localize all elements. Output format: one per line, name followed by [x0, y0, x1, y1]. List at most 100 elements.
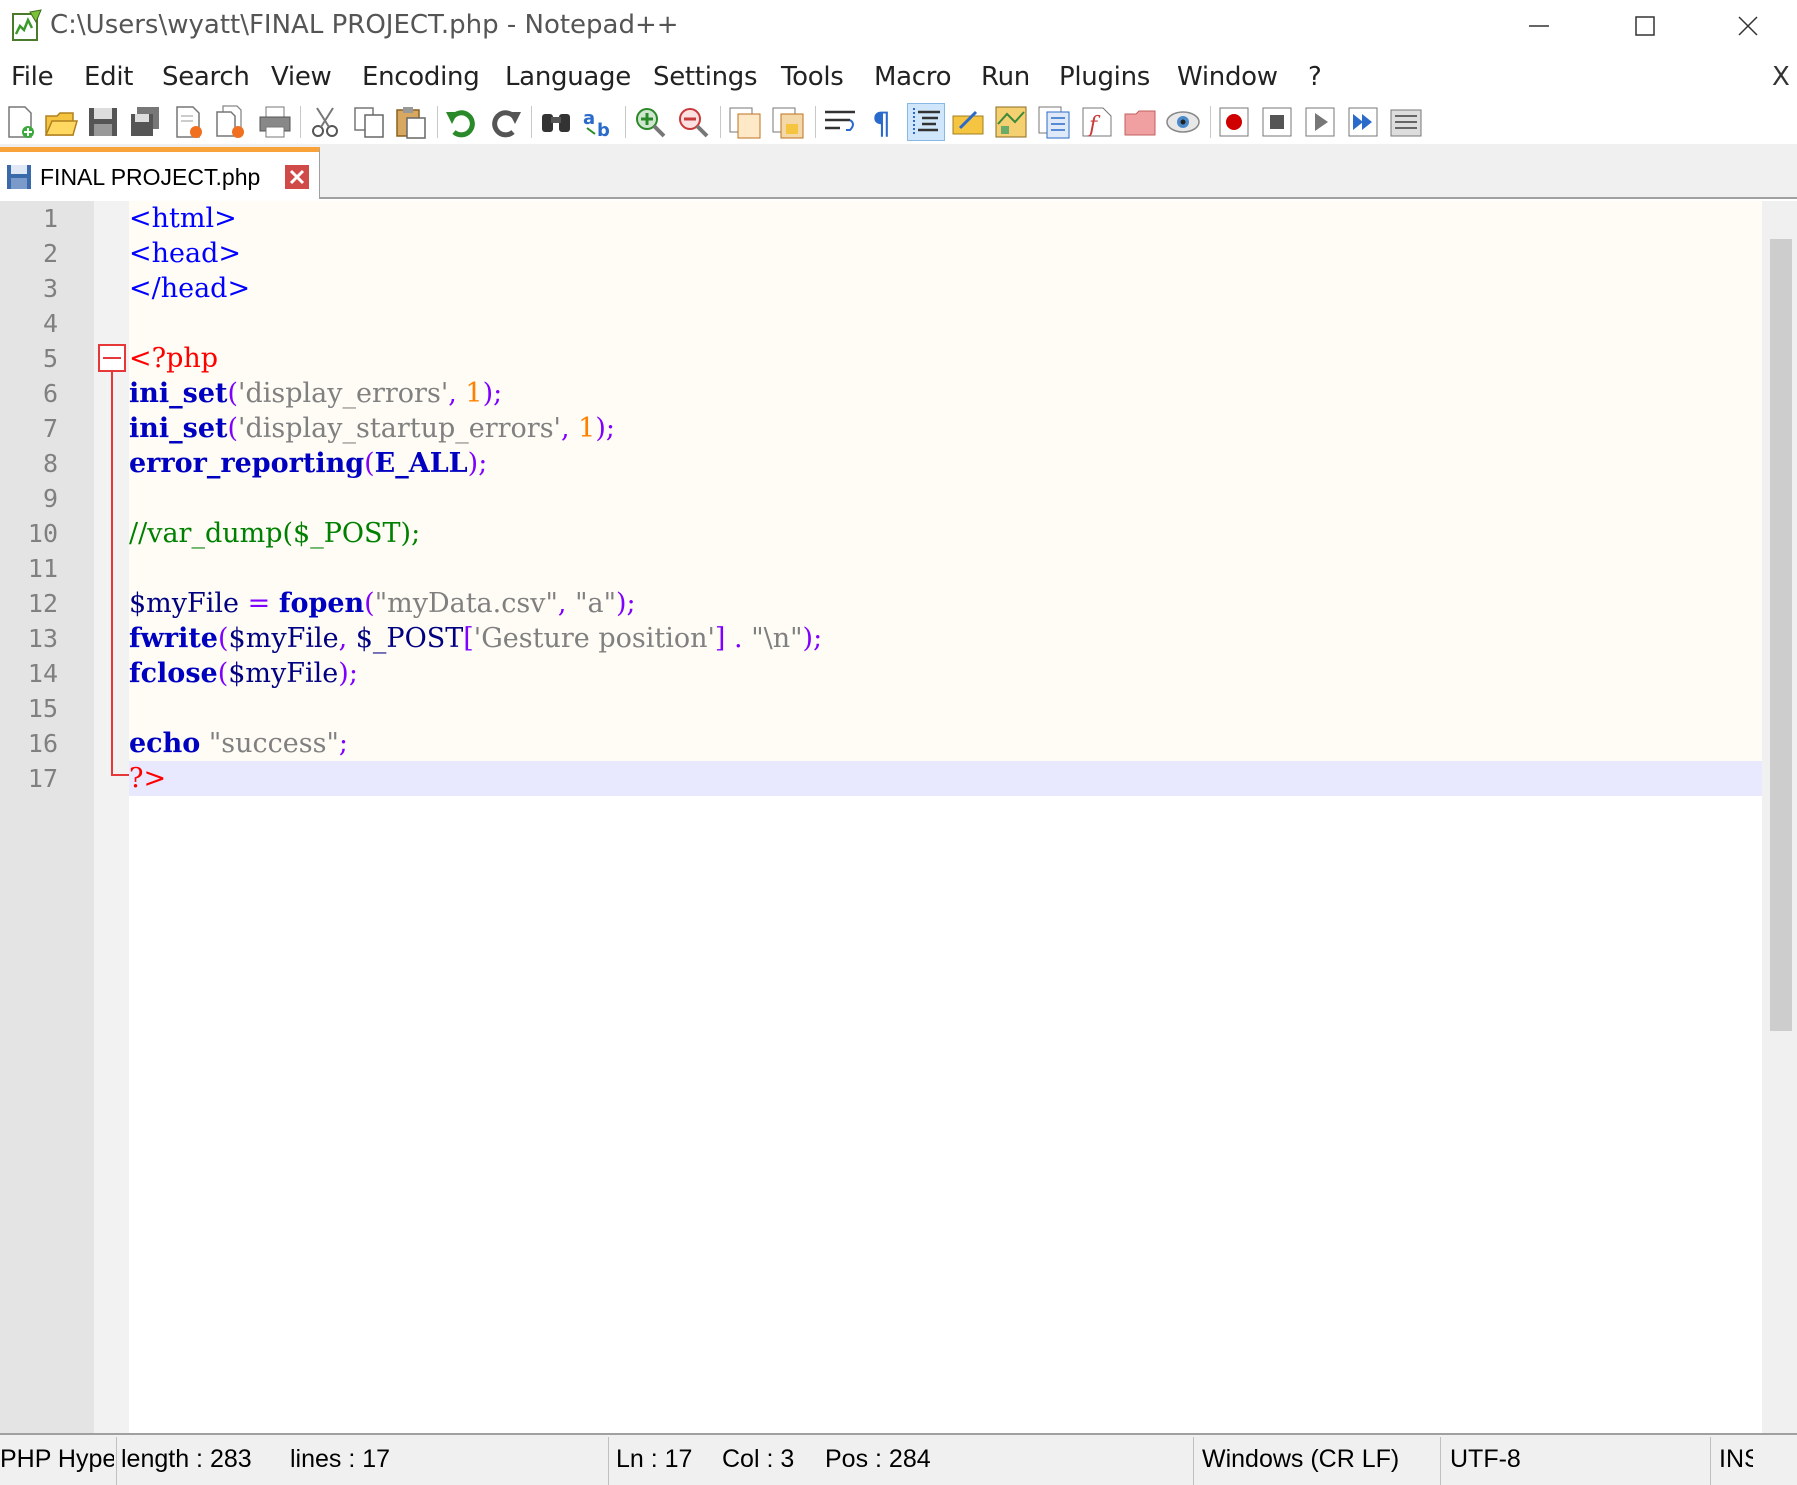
code-token: ); [802, 623, 823, 654]
svg-text:a: a [583, 108, 595, 129]
window-title: C:\Users\wyatt\FINAL PROJECT.php - Notep… [50, 10, 679, 40]
record-macro-icon[interactable] [1216, 104, 1252, 140]
code-line[interactable]: fwrite($myFile, $_POST['Gesture position… [129, 621, 822, 656]
function-list-icon[interactable] [1036, 104, 1072, 140]
code-token: ( [218, 623, 229, 654]
code-area[interactable]: <html> <head> </head> <?php ini_set('display… [129, 201, 1762, 1433]
code-line[interactable]: <html> [129, 201, 237, 236]
menu-encoding[interactable]: Encoding [362, 62, 480, 92]
code-token: 'display_errors' [238, 378, 449, 409]
menu-file[interactable]: File [11, 62, 54, 92]
minimize-button[interactable] [1486, 0, 1592, 52]
show-all-characters-icon[interactable]: ¶ [866, 104, 902, 140]
undo-icon[interactable] [444, 104, 480, 140]
save-icon[interactable] [85, 104, 121, 140]
maximize-button[interactable] [1592, 0, 1698, 52]
code-token: ?> [129, 763, 167, 794]
code-token: ); [338, 658, 358, 689]
scrollbar-thumb[interactable] [1770, 239, 1792, 1031]
tab-bar: FINAL PROJECT.php [0, 144, 1797, 199]
code-line[interactable]: //var_dump($_POST); [129, 516, 420, 551]
indent-guide-icon[interactable] [907, 103, 945, 141]
menu-plugins[interactable]: Plugins [1059, 62, 1150, 92]
zoom-in-icon[interactable] [632, 104, 668, 140]
menu-edit[interactable]: Edit [84, 62, 133, 92]
code-line[interactable]: <?php [129, 341, 218, 376]
menu-run[interactable]: Run [981, 62, 1030, 92]
code-token: 1 [578, 413, 596, 444]
close-tab-icon[interactable] [284, 164, 310, 190]
close-window-button[interactable] [1698, 0, 1797, 52]
menu-tools[interactable]: Tools [781, 62, 844, 92]
line-number: 17 [27, 764, 58, 793]
saved-file-icon [7, 165, 31, 189]
sync-vertical-icon[interactable] [727, 104, 763, 140]
menu-language[interactable]: Language [505, 62, 631, 92]
line-number: 6 [42, 379, 58, 408]
close-document-button[interactable]: X [1772, 62, 1790, 92]
run-macro-multiple-icon[interactable] [1345, 104, 1381, 140]
function-icon[interactable]: f [1079, 104, 1115, 140]
code-line[interactable]: echo "success"; [129, 726, 348, 761]
code-line[interactable]: ini_set('display_startup_errors', 1); [129, 411, 615, 446]
menu-search[interactable]: Search [162, 62, 250, 92]
code-line[interactable]: fclose($myFile); [129, 656, 358, 691]
status-eol[interactable]: Windows (CR LF) [1202, 1445, 1399, 1474]
fold-toggle-icon[interactable] [98, 344, 126, 372]
new-file-icon[interactable] [3, 104, 39, 140]
vertical-scrollbar[interactable] [1762, 201, 1797, 1433]
code-line[interactable]: ini_set('display_errors', 1); [129, 376, 502, 411]
user-language-icon[interactable] [950, 104, 986, 140]
code-line[interactable]: ?> [129, 761, 166, 796]
sync-horizontal-icon[interactable] [770, 104, 806, 140]
menu-help[interactable]: ? [1308, 62, 1322, 92]
code-token: ( [364, 588, 375, 619]
replace-icon[interactable]: ab [581, 104, 617, 140]
code-token: = [239, 588, 279, 619]
minimize-icon [1529, 25, 1549, 27]
document-map-icon[interactable] [993, 104, 1029, 140]
menu-macro[interactable]: Macro [874, 62, 951, 92]
code-token: "\n" [751, 623, 803, 654]
menu-view[interactable]: View [271, 62, 332, 92]
save-macro-icon[interactable] [1388, 104, 1424, 140]
folder-as-workspace-icon[interactable] [1122, 104, 1158, 140]
code-line[interactable]: <head> [129, 236, 241, 271]
tab-final-project[interactable]: FINAL PROJECT.php [0, 147, 320, 199]
paste-icon[interactable] [393, 104, 429, 140]
code-token: ( [217, 658, 229, 689]
print-icon[interactable] [257, 104, 293, 140]
zoom-out-icon[interactable] [675, 104, 711, 140]
menu-settings[interactable]: Settings [653, 62, 758, 92]
code-token: $myFile [228, 623, 339, 654]
status-encoding[interactable]: UTF-8 [1450, 1445, 1521, 1474]
code-token: , [338, 623, 356, 654]
monitoring-icon[interactable] [1165, 104, 1201, 140]
status-language: PHP Hype [0, 1445, 114, 1473]
close-icon [1737, 16, 1758, 36]
open-file-icon[interactable] [43, 104, 79, 140]
copy-icon[interactable] [351, 104, 387, 140]
cut-icon[interactable] [307, 104, 343, 140]
find-icon[interactable] [538, 104, 574, 140]
close-all-icon[interactable] [213, 104, 249, 140]
editor[interactable]: 1 2 3 4 5 6 7 8 9 10 11 12 13 14 15 16 17 <html> <head> </… [0, 201, 1797, 1433]
redo-icon[interactable] [487, 104, 523, 140]
code-line[interactable]: </head> [129, 271, 250, 306]
status-bar: PHP Hype length : 283 lines : 17 Ln : 17… [0, 1433, 1797, 1485]
code-line[interactable]: error_reporting(E_ALL); [129, 446, 487, 481]
code-token: ini_set [129, 378, 228, 409]
line-number: 8 [42, 449, 58, 478]
menu-window[interactable]: Window [1177, 62, 1278, 92]
play-macro-icon[interactable] [1302, 104, 1338, 140]
fold-end-marker [111, 774, 129, 776]
code-token: [ [463, 623, 474, 654]
code-token: ( [227, 378, 239, 409]
code-token: fclose [129, 658, 218, 689]
close-file-icon[interactable] [171, 104, 207, 140]
stop-recording-icon[interactable] [1259, 104, 1295, 140]
save-all-icon[interactable] [127, 104, 163, 140]
word-wrap-icon[interactable] [822, 104, 858, 140]
code-line[interactable]: $myFile = fopen("myData.csv", "a"); [129, 586, 636, 621]
code-token: </head> [129, 273, 251, 304]
